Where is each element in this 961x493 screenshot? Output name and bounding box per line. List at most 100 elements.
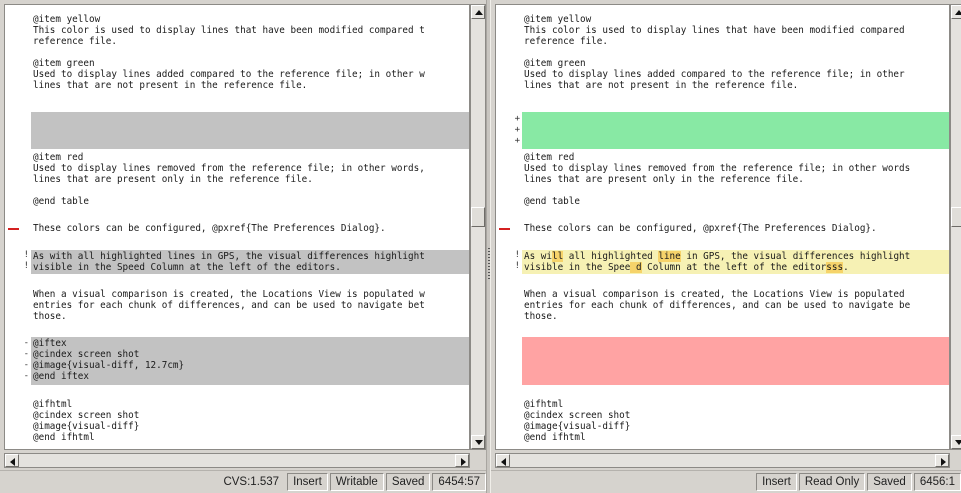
- code-line-changed: visible in the Spee d Column at the left…: [522, 262, 949, 273]
- code-line: lines that are not present in the refere…: [33, 80, 308, 91]
- code-line: Used to display lines added compared to …: [33, 69, 425, 80]
- code-line: @item green: [33, 58, 95, 69]
- code-line: @ifhtml: [524, 399, 564, 410]
- removed-chunk-placeholder: [522, 337, 949, 385]
- scroll-up-button[interactable]: [471, 5, 485, 19]
- arrow-left-icon: [501, 458, 506, 466]
- insert-mode-status[interactable]: Insert: [287, 473, 328, 491]
- code-line: @image{visual-diff}: [524, 421, 631, 432]
- arrow-left-icon: [10, 458, 15, 466]
- changed-line-mark: !: [514, 250, 520, 260]
- code-line: When a visual comparison is created, the…: [33, 289, 425, 300]
- text-segment: .: [843, 262, 849, 273]
- code-line: @image{visual-diff}: [33, 421, 140, 432]
- code-line-changed: As with all highlighted lines in GPS, th…: [33, 251, 425, 262]
- right-vertical-scrollbar[interactable]: [950, 4, 961, 450]
- cursor-position: 6454:57: [432, 473, 486, 491]
- code-line: @end ifhtml: [524, 432, 586, 443]
- left-vertical-scrollbar[interactable]: [470, 4, 486, 450]
- code-line: lines that are present only in the refer…: [33, 174, 313, 185]
- scroll-left-button[interactable]: [496, 454, 510, 467]
- arrow-down-icon: [955, 440, 961, 445]
- code-line: those.: [33, 311, 67, 322]
- changed-line-mark: !: [23, 261, 29, 271]
- scroll-down-button[interactable]: [471, 435, 485, 449]
- scroll-right-button[interactable]: [455, 454, 469, 467]
- right-horizontal-scrollbar[interactable]: [495, 453, 950, 468]
- saved-status: Saved: [867, 473, 912, 491]
- code-line: Used to display lines added compared to …: [524, 69, 911, 80]
- scroll-right-button[interactable]: [935, 454, 949, 467]
- code-line: entries for each chunk of differences, a…: [524, 300, 911, 311]
- added-chunk-block: [522, 112, 949, 149]
- arrow-up-icon: [475, 10, 483, 15]
- code-line: entries for each chunk of differences, a…: [33, 300, 425, 311]
- writable-status[interactable]: Writable: [329, 473, 384, 491]
- left-editor[interactable]: ! ! - - - - @item yellow This color is u…: [4, 4, 470, 450]
- text-segment: Column at the left of the editor: [641, 262, 827, 273]
- code-line: @item green: [524, 58, 586, 69]
- code-line: reference file.: [524, 36, 608, 47]
- left-horizontal-scrollbar[interactable]: [4, 453, 470, 468]
- code-line-changed: As will all highlighted line in GPS, the…: [522, 251, 949, 262]
- right-editor[interactable]: + + + ! ! @item yellow This color is use…: [495, 4, 950, 450]
- saved-status: Saved: [385, 473, 431, 491]
- code-line: @item yellow: [524, 14, 592, 25]
- code-line: When a visual comparison is created, the…: [524, 289, 911, 300]
- code-line: @end table: [524, 196, 580, 207]
- cvs-revision[interactable]: CVS:1.537: [217, 473, 285, 491]
- current-chunk-marker: [8, 228, 19, 230]
- code-line: Used to display lines removed from the r…: [524, 163, 911, 174]
- left-text-area[interactable]: @item yellow This color is used to displ…: [31, 5, 469, 449]
- added-line-mark: +: [514, 125, 520, 135]
- cursor-position: 6456:1: [913, 473, 961, 491]
- code-line: @item red: [33, 152, 84, 163]
- removed-line-mark: -: [23, 349, 29, 359]
- right-status-bar: Insert Read Only Saved 6456:1: [491, 470, 961, 492]
- code-line: reference file.: [33, 36, 117, 47]
- arrow-down-icon: [475, 440, 483, 445]
- text-segment: all highlighted: [563, 251, 659, 262]
- read-only-status[interactable]: Read Only: [798, 473, 866, 491]
- added-line-mark: +: [514, 114, 520, 124]
- code-line: lines that are not present in the refere…: [524, 80, 799, 91]
- text-segment: visible in the Spee: [524, 262, 631, 273]
- changed-line-mark: !: [514, 261, 520, 271]
- arrow-right-icon: [941, 458, 946, 466]
- changed-word: d: [630, 262, 642, 273]
- scroll-down-button[interactable]: [951, 435, 961, 449]
- right-pane: + + + ! ! @item yellow This color is use…: [491, 0, 961, 493]
- right-gutter: + + + ! !: [496, 5, 522, 449]
- scroll-up-button[interactable]: [951, 5, 961, 19]
- removed-chunk-block: [31, 112, 469, 149]
- left-gutter: ! ! - - - -: [5, 5, 31, 449]
- code-line: This color is used to display lines that…: [524, 25, 911, 36]
- scroll-thumb[interactable]: [951, 207, 961, 227]
- divider-grip-icon[interactable]: [488, 248, 490, 280]
- arrow-up-icon: [955, 10, 961, 15]
- code-line: @cindex screen shot: [524, 410, 631, 421]
- scroll-thumb[interactable]: [471, 207, 485, 227]
- text-segment: As wi: [524, 251, 552, 262]
- left-pane: ! ! - - - - @item yellow This color is u…: [0, 0, 486, 493]
- code-line-removed: @end iftex: [33, 371, 89, 382]
- right-text-area[interactable]: @item yellow This color is used to displ…: [522, 5, 949, 449]
- code-line: @end table: [33, 196, 89, 207]
- current-chunk-marker: [499, 228, 510, 230]
- code-line-removed: @iftex: [33, 338, 67, 349]
- scroll-left-button[interactable]: [5, 454, 19, 467]
- code-line-changed: visible in the Speed Column at the left …: [33, 262, 341, 273]
- removed-line-mark: -: [23, 360, 29, 370]
- code-line: those.: [524, 311, 558, 322]
- removed-line-mark: -: [23, 371, 29, 381]
- code-line: Used to display lines removed from the r…: [33, 163, 425, 174]
- code-line: This color is used to display lines that…: [33, 25, 425, 36]
- insert-mode-status[interactable]: Insert: [756, 473, 797, 491]
- code-line-removed: @image{visual-diff, 12.7cm}: [33, 360, 185, 371]
- changed-word: line: [658, 251, 681, 262]
- code-line: These colors can be configured, @pxref{T…: [524, 223, 877, 234]
- removed-line-mark: -: [23, 338, 29, 348]
- code-line: @item yellow: [33, 14, 101, 25]
- code-line: lines that are present only in the refer…: [524, 174, 804, 185]
- changed-word: sss: [826, 262, 844, 273]
